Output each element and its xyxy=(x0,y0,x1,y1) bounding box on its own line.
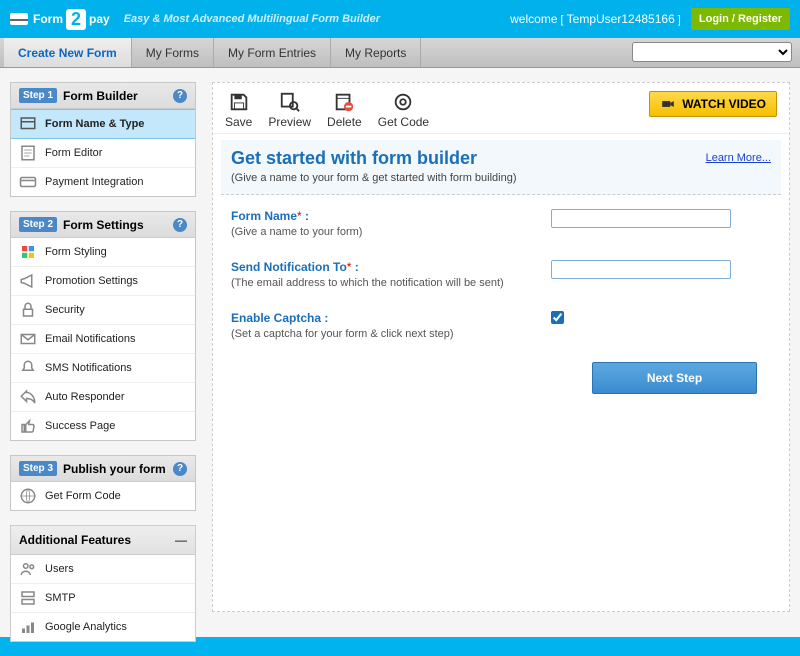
sidebar-item-security[interactable]: Security xyxy=(11,296,195,325)
gear-icon xyxy=(391,91,415,113)
payment-icon xyxy=(19,174,37,190)
camera-icon xyxy=(660,97,676,111)
toolbar: Save Preview Delete Get Code WATCH VIDEO xyxy=(213,83,789,134)
users-icon xyxy=(19,561,37,577)
form-area: Form Name* : (Give a name to your form) … xyxy=(213,195,789,408)
form-selector[interactable] xyxy=(632,42,792,62)
app-frame: Form2pay Easy & Most Advanced Multilingu… xyxy=(0,0,800,637)
additional-features: Additional Features — Users SMTP Google … xyxy=(10,525,196,642)
intro-title: Get started with form builder xyxy=(231,148,771,169)
preview-button[interactable]: Preview xyxy=(268,91,311,129)
sidebar-item-auto-responder[interactable]: Auto Responder xyxy=(11,383,195,412)
step1-panel: Step 1 Form Builder ? Form Name & Type F… xyxy=(10,82,196,197)
row-send-notification: Send Notification To* : (The email addre… xyxy=(231,260,771,289)
sidebar-item-form-name-type[interactable]: Form Name & Type xyxy=(11,109,195,139)
top-header: Form2pay Easy & Most Advanced Multilingu… xyxy=(0,0,800,38)
tagline: Easy & Most Advanced Multilingual Form B… xyxy=(124,13,380,25)
collapse-icon: — xyxy=(175,533,187,547)
sidebar-item-smtp[interactable]: SMTP xyxy=(11,584,195,613)
bell-icon xyxy=(19,360,37,376)
intro-box: Get started with form builder (Give a na… xyxy=(221,140,781,195)
row-enable-captcha: Enable Captcha : (Set a captcha for your… xyxy=(231,311,771,340)
sidebar-item-form-styling[interactable]: Form Styling xyxy=(11,238,195,267)
intro-subtitle: (Give a name to your form & get started … xyxy=(231,172,771,184)
help-icon[interactable]: ? xyxy=(173,218,187,232)
form-icon xyxy=(19,116,37,132)
step-tag: Step 1 xyxy=(19,88,57,103)
email-icon xyxy=(19,331,37,347)
sidebar-item-email-notifications[interactable]: Email Notifications xyxy=(11,325,195,354)
delete-icon xyxy=(332,91,356,113)
step-title: Form Builder xyxy=(63,89,167,103)
learn-more-link[interactable]: Learn More... xyxy=(706,152,771,164)
editor-icon xyxy=(19,145,37,161)
thumb-icon xyxy=(19,418,37,434)
save-button[interactable]: Save xyxy=(225,91,252,129)
server-icon xyxy=(19,590,37,606)
megaphone-icon xyxy=(19,273,37,289)
analytics-icon xyxy=(19,619,37,635)
globe-icon xyxy=(19,488,37,504)
next-step-button[interactable]: Next Step xyxy=(592,362,757,394)
step3-panel: Step 3 Publish your form ? Get Form Code xyxy=(10,455,196,511)
nav-my-forms[interactable]: My Forms xyxy=(132,38,214,67)
body: Step 1 Form Builder ? Form Name & Type F… xyxy=(0,68,800,656)
nav-create-new-form[interactable]: Create New Form xyxy=(4,38,132,67)
enable-captcha-checkbox[interactable] xyxy=(551,311,564,324)
step2-header: Step 2 Form Settings ? xyxy=(11,212,195,238)
main-panel: Save Preview Delete Get Code WATCH VIDEO… xyxy=(212,82,790,612)
reply-icon xyxy=(19,389,37,405)
welcome-text: welcome [ TempUser12485166 ] xyxy=(510,12,681,26)
notification-email-input[interactable] xyxy=(551,260,731,279)
login-register-button[interactable]: Login / Register xyxy=(691,8,790,30)
watch-video-button[interactable]: WATCH VIDEO xyxy=(649,91,777,117)
nav-my-form-entries[interactable]: My Form Entries xyxy=(214,38,331,67)
card-icon xyxy=(10,13,28,25)
sidebar-item-promotion-settings[interactable]: Promotion Settings xyxy=(11,267,195,296)
nav-bar: Create New Form My Forms My Form Entries… xyxy=(0,38,800,68)
help-icon[interactable]: ? xyxy=(173,89,187,103)
floppy-icon xyxy=(227,91,251,113)
step2-panel: Step 2 Form Settings ? Form Styling Prom… xyxy=(10,211,196,441)
help-icon[interactable]: ? xyxy=(173,462,187,476)
sidebar-item-success-page[interactable]: Success Page xyxy=(11,412,195,440)
sidebar-item-sms-notifications[interactable]: SMS Notifications xyxy=(11,354,195,383)
magnifier-icon xyxy=(278,91,302,113)
step3-header: Step 3 Publish your form ? xyxy=(11,456,195,482)
step1-header: Step 1 Form Builder ? xyxy=(11,83,195,109)
sidebar-item-payment-integration[interactable]: Payment Integration xyxy=(11,168,195,196)
sidebar-item-users[interactable]: Users xyxy=(11,555,195,584)
lock-icon xyxy=(19,302,37,318)
row-form-name: Form Name* : (Give a name to your form) xyxy=(231,209,771,238)
form-name-input[interactable] xyxy=(551,209,731,228)
logo: Form2pay xyxy=(10,9,110,30)
styling-icon xyxy=(19,244,37,260)
sidebar-item-get-form-code[interactable]: Get Form Code xyxy=(11,482,195,510)
af-header[interactable]: Additional Features — xyxy=(10,525,196,554)
sidebar: Step 1 Form Builder ? Form Name & Type F… xyxy=(10,82,196,642)
nav-my-reports[interactable]: My Reports xyxy=(331,38,421,67)
sidebar-item-form-editor[interactable]: Form Editor xyxy=(11,139,195,168)
delete-button[interactable]: Delete xyxy=(327,91,362,129)
get-code-button[interactable]: Get Code xyxy=(378,91,429,129)
